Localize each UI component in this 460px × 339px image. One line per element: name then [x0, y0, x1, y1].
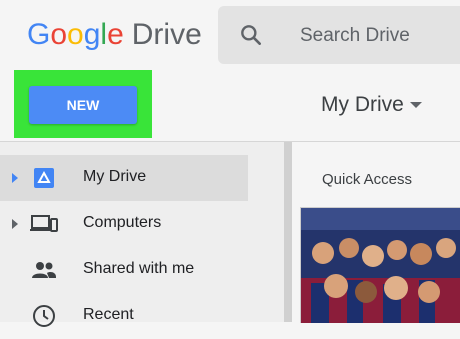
search-input[interactable]: Search Drive: [300, 25, 410, 47]
logo-letter: g: [83, 18, 101, 51]
logo-letter: e: [107, 18, 124, 51]
sidebar-item-my-drive[interactable]: My Drive: [0, 155, 248, 201]
computers-icon: [30, 215, 58, 232]
drive-icon: [34, 168, 54, 188]
header: Google Drive Search Drive: [0, 0, 460, 70]
logo-letter: G: [27, 18, 51, 51]
sidebar: My Drive Computers Shared with me Recent: [0, 142, 284, 327]
clock-icon: [33, 305, 55, 327]
expand-arrow-icon[interactable]: [12, 173, 18, 183]
logo-letter: o: [67, 18, 84, 51]
sidebar-item-label: Shared with me: [83, 260, 195, 277]
location-title[interactable]: My Drive: [321, 93, 404, 117]
sidebar-item-label: Recent: [83, 306, 134, 323]
sidebar-item-computers[interactable]: Computers: [0, 201, 284, 247]
search-icon[interactable]: [238, 22, 264, 48]
new-button[interactable]: NEW: [29, 86, 137, 124]
expand-arrow-icon[interactable]: [12, 219, 18, 229]
sidebar-item-shared-with-me[interactable]: Shared with me: [0, 247, 284, 293]
sidebar-item-label: Computers: [83, 214, 162, 231]
people-icon: [32, 262, 56, 278]
logo-product-name: Drive: [131, 18, 202, 51]
search-bar[interactable]: Search Drive: [218, 6, 460, 64]
logo-letter: o: [50, 18, 68, 51]
panel-splitter[interactable]: [284, 142, 292, 322]
team-photo-image: [301, 208, 460, 323]
quick-access-heading: Quick Access: [322, 171, 413, 188]
sidebar-item-label: My Drive: [83, 168, 147, 185]
caret-down-icon[interactable]: [410, 102, 422, 108]
quick-access-file-thumbnail[interactable]: [300, 207, 460, 323]
sidebar-item-recent[interactable]: Recent: [0, 293, 284, 339]
google-drive-logo[interactable]: Google Drive: [27, 18, 202, 52]
